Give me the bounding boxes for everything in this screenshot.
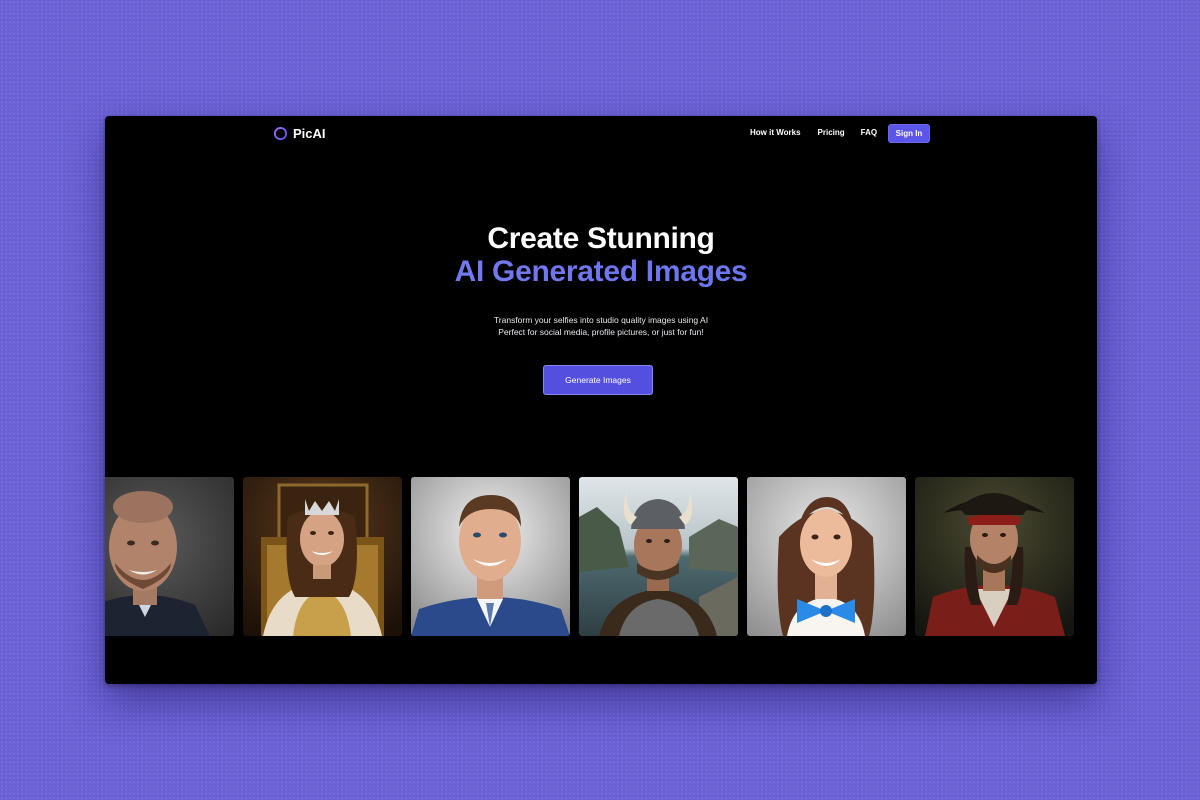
brand-name: PicAI <box>293 126 326 141</box>
hero-subtitle-line1: Transform your selfies into studio quali… <box>493 315 709 325</box>
gallery-image-woman-bow <box>747 477 906 636</box>
generate-images-button[interactable]: Generate Images <box>543 365 653 395</box>
example-gallery <box>105 477 1097 637</box>
gallery-image-viking <box>579 477 738 636</box>
hero-subtitle: Transform your selfies into studio quali… <box>105 314 1097 338</box>
sign-in-button[interactable]: Sign In <box>888 124 930 143</box>
hero-title-line1: Create Stunning <box>487 222 715 255</box>
brand-logo[interactable]: PicAI <box>273 126 326 141</box>
logo-ring-icon <box>273 126 288 141</box>
nav-how-it-works[interactable]: How it Works <box>750 128 801 137</box>
top-navbar: PicAI How it Works Pricing FAQ Sign In <box>105 116 1097 152</box>
gallery-image-businessman <box>105 477 234 636</box>
gallery-image-pirate <box>915 477 1074 636</box>
nav-links: How it Works Pricing FAQ <box>750 128 877 137</box>
hero-subtitle-line2: Perfect for social media, profile pictur… <box>498 327 704 337</box>
browser-window: PicAI How it Works Pricing FAQ Sign In C… <box>105 116 1097 684</box>
gallery-image-headshot <box>411 477 570 636</box>
nav-pricing[interactable]: Pricing <box>818 128 845 137</box>
hero-title: Create Stunning AI Generated Images <box>105 222 1097 288</box>
hero-title-line2: AI Generated Images <box>105 255 1097 288</box>
nav-faq[interactable]: FAQ <box>861 128 877 137</box>
gallery-image-queen <box>243 477 402 636</box>
